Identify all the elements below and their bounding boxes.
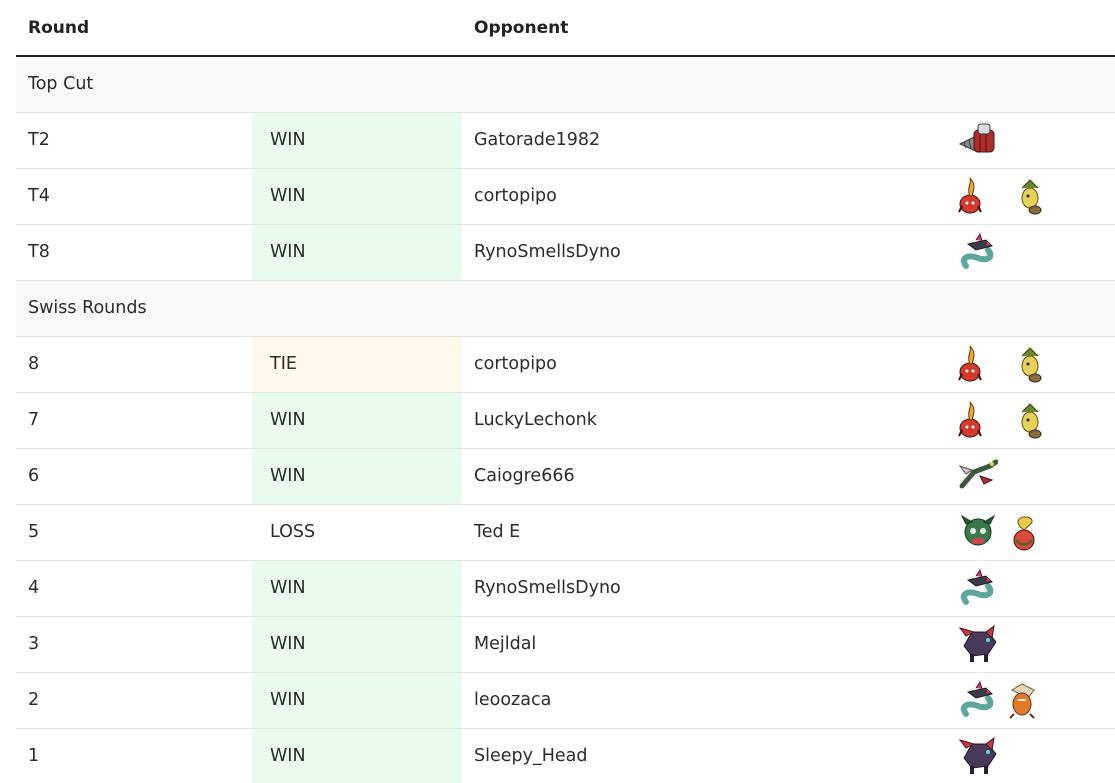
section-header-row: Swiss Rounds — [16, 280, 1115, 337]
table-row: 5 LOSS Ted E — [16, 504, 1115, 561]
round-cell: 5 — [16, 504, 252, 561]
round-cell: 7 — [16, 392, 252, 449]
flame-fruit-icon — [958, 177, 982, 214]
table-row: 7 WIN LuckyLechonk — [16, 392, 1115, 449]
team-cell — [936, 392, 1115, 449]
result-cell: WIN — [252, 168, 462, 225]
team-sprites — [958, 400, 1103, 440]
result-cell: LOSS — [252, 504, 462, 561]
team-cell — [936, 672, 1115, 729]
team-sprites — [958, 680, 1103, 720]
teal-serpent-icon — [960, 568, 994, 605]
match-history: Round Opponent Top Cut T2 WIN Gatorade1982 T… — [0, 0, 1115, 783]
table-row: 4 WIN RynoSmellsDyno — [16, 560, 1115, 617]
opponent-cell: RynoSmellsDyno — [462, 560, 936, 617]
team-sprites — [958, 232, 1103, 272]
section-header-row: Top Cut — [16, 56, 1115, 113]
opponent-cell: Ted E — [462, 504, 936, 561]
result-cell: WIN — [252, 112, 462, 169]
team-sprites — [958, 624, 1103, 664]
round-cell: 6 — [16, 448, 252, 505]
team-cell — [936, 448, 1115, 505]
green-mask-icon — [960, 514, 996, 546]
apple-dragon-icon — [1013, 516, 1035, 551]
yellow-leaf-icon — [1021, 403, 1042, 439]
table-row: 6 WIN Caiogre666 — [16, 448, 1115, 505]
opponent-cell: cortopipo — [462, 336, 936, 393]
round-cell: 8 — [16, 336, 252, 393]
opponent-cell: cortopipo — [462, 168, 936, 225]
team-sprites — [958, 120, 1103, 160]
flame-fruit-icon — [958, 401, 982, 438]
table-header-row: Round Opponent — [16, 0, 1115, 57]
round-cell: T8 — [16, 224, 252, 281]
opponent-column-header: Opponent — [462, 0, 936, 57]
table-row: 3 WIN Mejldal — [16, 616, 1115, 673]
table-row: 8 TIE cortopipo — [16, 336, 1115, 393]
team-cell — [936, 504, 1115, 561]
team-sprites — [958, 512, 1103, 552]
opponent-cell: LuckyLechonk — [462, 392, 936, 449]
result-cell: WIN — [252, 728, 462, 783]
round-cell: 4 — [16, 560, 252, 617]
table-row: T4 WIN cortopipo — [16, 168, 1115, 225]
dark-fox-icon — [958, 624, 997, 662]
orange-bird-icon — [1009, 683, 1035, 719]
round-cell: T2 — [16, 112, 252, 169]
opponent-cell: leoozaca — [462, 672, 936, 729]
drill-bug-icon — [958, 123, 995, 153]
team-cell — [936, 224, 1115, 281]
team-sprites — [958, 736, 1103, 776]
yellow-leaf-icon — [1021, 347, 1042, 383]
round-column-header: Round — [16, 0, 252, 57]
team-sprites — [958, 568, 1103, 608]
team-cell — [936, 112, 1115, 169]
result-cell: TIE — [252, 336, 462, 393]
opponent-cell: Sleepy_Head — [462, 728, 936, 783]
table-row: 1 WIN Sleepy_Head — [16, 728, 1115, 783]
match-history-table: Round Opponent Top Cut T2 WIN Gatorade1982 T… — [16, 0, 1115, 783]
section-title: Top Cut — [16, 56, 1115, 113]
table-row: T8 WIN RynoSmellsDyno — [16, 224, 1115, 281]
table-row: 2 WIN leoozaca — [16, 672, 1115, 729]
opponent-cell: Mejldal — [462, 616, 936, 673]
opponent-cell: Caiogre666 — [462, 448, 936, 505]
teal-serpent-icon — [960, 232, 994, 269]
round-cell: T4 — [16, 168, 252, 225]
result-cell: WIN — [252, 560, 462, 617]
team-cell — [936, 560, 1115, 617]
team-sprites — [958, 456, 1103, 496]
result-cell: WIN — [252, 672, 462, 729]
result-cell: WIN — [252, 448, 462, 505]
team-sprites — [958, 176, 1103, 216]
table-row: T2 WIN Gatorade1982 — [16, 112, 1115, 169]
result-cell: WIN — [252, 224, 462, 281]
teal-serpent-icon — [960, 680, 994, 717]
result-column-header — [252, 0, 462, 57]
table-body: Top Cut T2 WIN Gatorade1982 T4 WIN cortopipo T8… — [16, 56, 1115, 783]
result-cell: WIN — [252, 392, 462, 449]
opponent-cell: Gatorade1982 — [462, 112, 936, 169]
yellow-leaf-icon — [1021, 179, 1042, 215]
green-dragon-icon — [958, 459, 998, 489]
team-cell — [936, 728, 1115, 783]
flame-fruit-icon — [958, 345, 982, 382]
team-cell — [936, 168, 1115, 225]
opponent-cell: RynoSmellsDyno — [462, 224, 936, 281]
team-sprites — [958, 344, 1103, 384]
team-column-header — [936, 0, 1115, 57]
result-cell: WIN — [252, 616, 462, 673]
round-cell: 1 — [16, 728, 252, 783]
section-title: Swiss Rounds — [16, 280, 1115, 337]
dark-fox-icon — [958, 736, 997, 774]
round-cell: 2 — [16, 672, 252, 729]
round-cell: 3 — [16, 616, 252, 673]
team-cell — [936, 616, 1115, 673]
team-cell — [936, 336, 1115, 393]
